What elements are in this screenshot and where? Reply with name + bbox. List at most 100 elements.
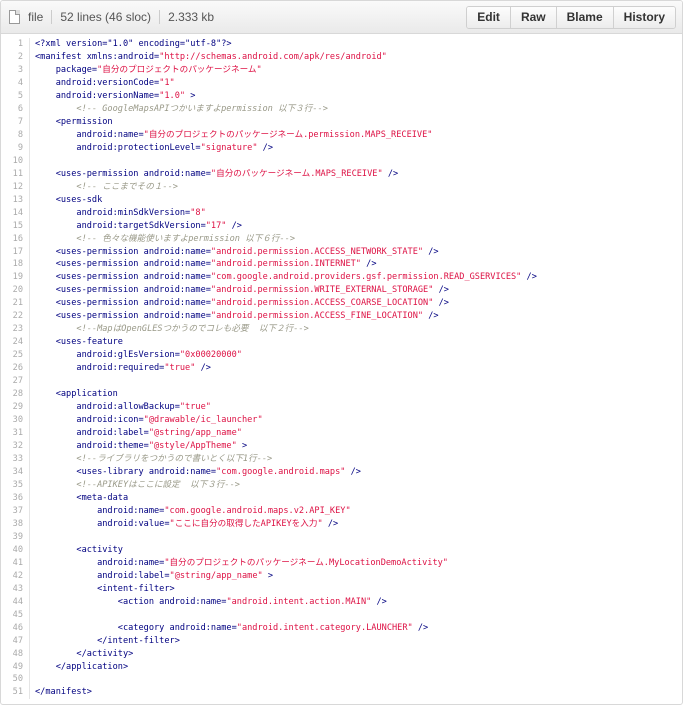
code-line: </application> <box>35 661 675 674</box>
line-number[interactable]: 11 <box>1 168 28 181</box>
code-line: <action android:name="android.intent.act… <box>35 596 675 609</box>
tag-token: android:value= <box>35 518 170 529</box>
line-number[interactable]: 42 <box>1 570 28 583</box>
string-token: "0x00020000" <box>179 350 242 361</box>
line-number[interactable]: 47 <box>1 635 28 648</box>
string-token: "1" <box>159 77 175 88</box>
tag-token: </intent-filter> <box>35 635 180 646</box>
code-line: android:allowBackup="true" <box>35 401 675 414</box>
tag-token: <action android:name= <box>35 596 227 607</box>
string-token: "自分のプロジェクトのパッケージネーム.MyLocationDemoActivi… <box>164 557 448 568</box>
line-number[interactable]: 29 <box>1 401 28 414</box>
line-number[interactable]: 46 <box>1 622 28 635</box>
line-number[interactable]: 8 <box>1 129 28 142</box>
line-number[interactable]: 19 <box>1 271 28 284</box>
tag-token: android:name= <box>35 505 165 516</box>
line-number[interactable]: 18 <box>1 258 28 271</box>
line-number[interactable]: 35 <box>1 479 28 492</box>
tag-token: <activity <box>35 544 123 555</box>
line-number[interactable]: 48 <box>1 648 28 661</box>
code-line: <uses-library android:name="com.google.a… <box>35 466 675 479</box>
line-number[interactable]: 24 <box>1 336 28 349</box>
code-line: <uses-permission android:name="android.p… <box>35 297 675 310</box>
line-number[interactable]: 41 <box>1 557 28 570</box>
tag-token: > <box>262 570 274 581</box>
code-line: <uses-sdk <box>35 194 675 207</box>
string-token: "@drawable/ic_launcher" <box>143 415 263 426</box>
line-number[interactable]: 51 <box>1 686 28 699</box>
tag-token: /> <box>423 311 439 322</box>
tag-token: android:protectionLevel= <box>35 142 201 153</box>
line-number[interactable]: 45 <box>1 609 28 622</box>
line-number[interactable]: 17 <box>1 246 28 259</box>
line-number[interactable]: 27 <box>1 375 28 388</box>
line-number[interactable]: 20 <box>1 284 28 297</box>
line-number[interactable]: 32 <box>1 440 28 453</box>
comment-token: <!-- ここまでその１--> <box>35 181 178 192</box>
line-number[interactable]: 37 <box>1 505 28 518</box>
line-number[interactable]: 23 <box>1 323 28 336</box>
history-button[interactable]: History <box>612 6 675 28</box>
comment-token: <!--APIKEYはここに設定 以下３行--> <box>35 479 240 490</box>
tag-token: android:minSdkVersion= <box>35 207 191 218</box>
line-number[interactable]: 7 <box>1 116 28 129</box>
line-number[interactable]: 39 <box>1 531 28 544</box>
line-number[interactable]: 12 <box>1 181 28 194</box>
tag-token: <uses-permission android:name= <box>35 272 211 283</box>
tag-token: <uses-permission android:name= <box>35 311 211 322</box>
tag-token: </manifest> <box>35 687 92 698</box>
tag-token: android:targetSdkVersion= <box>35 220 206 231</box>
tag-token: /> <box>257 142 274 153</box>
code-line: android:name="自分のプロジェクトのパッケージネーム.permiss… <box>35 129 675 142</box>
tag-token: <intent-filter> <box>35 583 175 594</box>
line-count: 52 lines (46 sloc) <box>60 10 152 24</box>
line-number[interactable]: 34 <box>1 466 28 479</box>
line-number[interactable]: 26 <box>1 362 28 375</box>
line-number[interactable]: 49 <box>1 661 28 674</box>
line-number[interactable]: 30 <box>1 414 28 427</box>
code-line: android:name="com.google.android.maps.v2… <box>35 505 675 518</box>
code-line: android:theme="@style/AppTheme" > <box>35 440 675 453</box>
code-line: <!-- 色々な機能使いますよpermission 以下６行--> <box>35 233 675 246</box>
raw-button[interactable]: Raw <box>509 6 556 28</box>
line-number[interactable]: 31 <box>1 427 28 440</box>
string-token: "android.permission.ACCESS_NETWORK_STATE… <box>210 246 424 257</box>
tag-token: </activity> <box>35 648 134 659</box>
code-line: <permission <box>35 116 675 129</box>
tag-token: android:icon= <box>35 415 144 426</box>
string-token: "android.permission.INTERNET" <box>210 259 361 270</box>
line-number[interactable]: 10 <box>1 155 28 168</box>
line-number[interactable]: 15 <box>1 220 28 233</box>
tag-token: <uses-feature <box>35 337 123 348</box>
line-number[interactable]: 21 <box>1 297 28 310</box>
line-number[interactable]: 38 <box>1 518 28 531</box>
line-number[interactable]: 6 <box>1 103 28 116</box>
line-number[interactable]: 4 <box>1 77 28 90</box>
tag-token: android:theme= <box>35 441 149 452</box>
line-number[interactable]: 40 <box>1 544 28 557</box>
string-token: "signature" <box>200 142 258 153</box>
line-number[interactable]: 28 <box>1 388 28 401</box>
line-number[interactable]: 50 <box>1 673 28 686</box>
edit-button[interactable]: Edit <box>467 6 510 28</box>
code-line: <uses-permission android:name="自分のパッケージネ… <box>35 168 675 181</box>
line-number[interactable]: 33 <box>1 453 28 466</box>
code-lines: <?xml version="1.0" encoding="utf-8"?> <m… <box>29 38 675 700</box>
line-number[interactable]: 9 <box>1 142 28 155</box>
line-number[interactable]: 13 <box>1 194 28 207</box>
line-number[interactable]: 25 <box>1 349 28 362</box>
line-number[interactable]: 43 <box>1 583 28 596</box>
line-number[interactable]: 22 <box>1 310 28 323</box>
line-number[interactable]: 2 <box>1 51 28 64</box>
code-line: <application <box>35 388 675 401</box>
line-number[interactable]: 14 <box>1 207 28 220</box>
comment-token: <!-- 色々な機能使いますよpermission 以下６行--> <box>35 233 296 244</box>
line-number[interactable]: 44 <box>1 596 28 609</box>
line-number[interactable]: 36 <box>1 492 28 505</box>
line-number[interactable]: 5 <box>1 90 28 103</box>
line-number[interactable]: 16 <box>1 233 28 246</box>
line-number[interactable]: 3 <box>1 64 28 77</box>
blame-button[interactable]: Blame <box>555 6 613 28</box>
code-line: android:value="ここに自分の取得したAPIKEYを入力" /> <box>35 518 675 531</box>
line-number[interactable]: 1 <box>1 38 28 51</box>
